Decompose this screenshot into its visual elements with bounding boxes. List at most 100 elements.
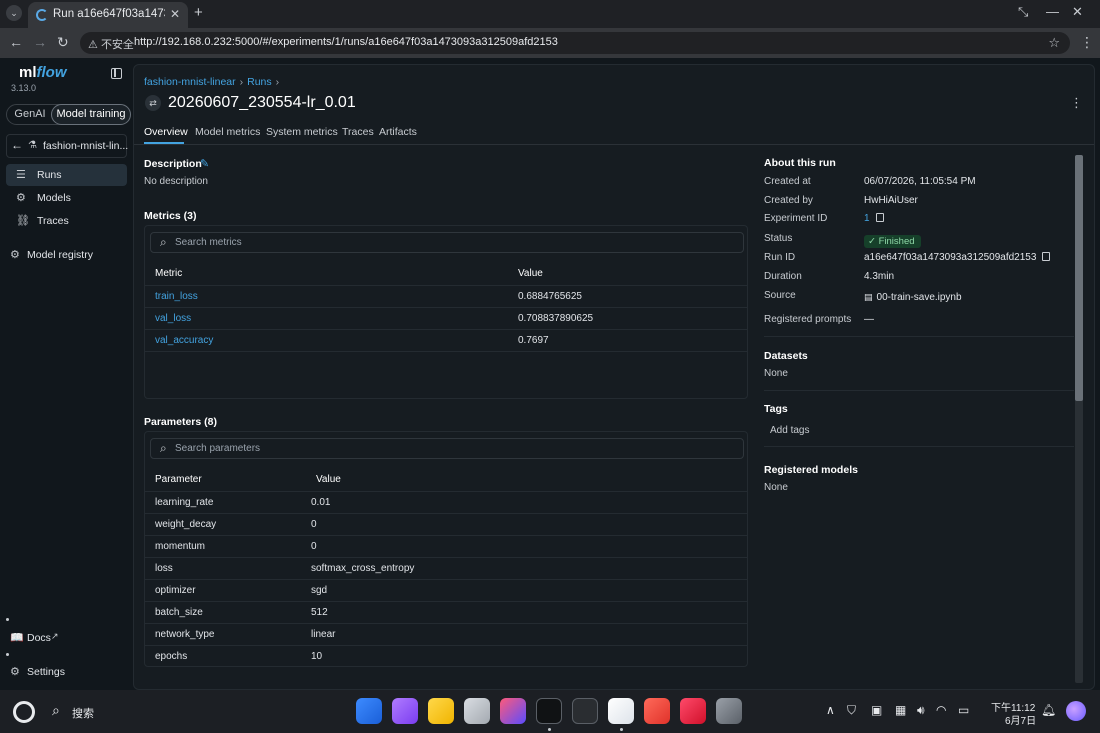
code-editor-icon[interactable]: [500, 698, 526, 724]
tab-model-metrics[interactable]: Model metrics: [195, 126, 260, 138]
layers-icon[interactable]: [572, 698, 598, 724]
sidebar-item-label: Docs: [27, 632, 51, 644]
created-by-link[interactable]: HwHiAiUser: [864, 195, 918, 206]
not-secure-indicator[interactable]: ⚠ 不安全: [88, 36, 134, 52]
shield-icon[interactable]: ⛉: [847, 703, 856, 718]
window-close-icon[interactable]: ✕: [1072, 4, 1083, 20]
sidebar-item-runs[interactable]: ☰ Runs: [6, 164, 127, 186]
table-row: optimizer sgd: [145, 580, 747, 602]
close-tab-icon[interactable]: ✕: [170, 7, 180, 21]
back-arrow-icon[interactable]: ←: [11, 138, 23, 152]
tray-expand-icon[interactable]: ∧: [826, 703, 835, 717]
add-tags-link[interactable]: Add tags: [770, 425, 809, 436]
tab-traces[interactable]: Traces: [342, 126, 374, 138]
back-icon[interactable]: ←: [9, 34, 23, 50]
wifi-icon[interactable]: ◠: [936, 703, 946, 717]
sidebar-item-models[interactable]: ⚙ Models: [6, 187, 127, 209]
table-row: batch_size 512: [145, 602, 747, 624]
sidebar-item-docs[interactable]: 📖 Docs ↗: [0, 627, 121, 649]
metric-name-link[interactable]: val_loss: [155, 313, 191, 324]
start-button[interactable]: [13, 701, 35, 723]
warning-icon: ⚠: [88, 39, 98, 51]
sidebar-item-label: Model registry: [27, 249, 93, 261]
experiment-id-link[interactable]: 1: [864, 213, 870, 224]
running-indicator: [548, 728, 551, 731]
input-method-icon[interactable]: ▣: [871, 703, 882, 717]
table-row: epochs 10: [145, 646, 747, 668]
search-metrics-input[interactable]: ⌕ Search metrics: [150, 232, 744, 253]
url-text[interactable]: http://192.168.0.232:5000/#/experiments/…: [134, 36, 558, 48]
volume-icon[interactable]: 🔊︎: [917, 703, 925, 718]
apps-grid-icon[interactable]: [356, 698, 382, 724]
battery-icon[interactable]: ▭: [958, 703, 969, 717]
experiment-id-label: Experiment ID: [764, 213, 828, 224]
browser-menu-icon[interactable]: ⋮: [1080, 34, 1094, 51]
bookmark-star-icon[interactable]: ☆: [1048, 35, 1060, 51]
book-icon: 📖: [10, 632, 24, 644]
table-row: val_accuracy 0.7697: [145, 330, 747, 352]
separator-dot: [6, 618, 9, 621]
experiment-name: fashion-mnist-lin...: [43, 140, 129, 152]
tab-overview[interactable]: Overview: [144, 126, 188, 138]
tab-artifacts[interactable]: Artifacts: [379, 126, 417, 138]
param-value: 0: [311, 541, 317, 552]
external-link-icon: ↗: [51, 631, 59, 641]
table-row: loss softmax_cross_entropy: [145, 558, 747, 580]
metric-value: 0.6884765625: [518, 291, 582, 302]
copy-icon[interactable]: [875, 213, 884, 222]
clock-date[interactable]: 6月7日: [1005, 712, 1036, 727]
network-icon[interactable]: ▦: [895, 703, 906, 717]
picture-in-picture-icon[interactable]: ⤡: [1018, 4, 1028, 20]
scrollbar[interactable]: [1075, 155, 1083, 683]
logo-flow: flow: [36, 64, 67, 81]
forward-icon[interactable]: →: [33, 34, 47, 50]
breadcrumb-runs[interactable]: Runs: [247, 76, 272, 88]
edit-pencil-icon[interactable]: ✎: [200, 157, 209, 170]
address-bar[interactable]: ⚠ 不安全 http://192.168.0.232:5000/#/experi…: [80, 32, 1070, 54]
segment-model-training[interactable]: Model training: [51, 104, 131, 125]
new-tab-icon[interactable]: +: [194, 4, 203, 21]
search-parameters-input[interactable]: ⌕ Search parameters: [150, 438, 744, 459]
sidebar-item-model-registry[interactable]: ⚙ Model registry: [0, 244, 121, 266]
mlflow-logo[interactable]: mlflow: [19, 64, 67, 81]
files-icon[interactable]: [428, 698, 454, 724]
browser-tab[interactable]: Run a16e647f03a1473093a312509afd2153 ✕: [28, 2, 188, 28]
sidebar-item-label: Settings: [27, 666, 65, 678]
about-title: About this run: [764, 157, 836, 169]
loading-icon: [36, 9, 48, 21]
trash-icon[interactable]: [464, 698, 490, 724]
active-tab-indicator: [144, 142, 184, 144]
scroll-thumb[interactable]: [1075, 155, 1083, 401]
metric-name-link[interactable]: val_accuracy: [155, 335, 213, 346]
segment-genai[interactable]: GenAI: [9, 105, 51, 124]
registered-models-title: Registered models: [764, 464, 858, 476]
metric-name-link[interactable]: train_loss: [155, 291, 198, 302]
minimize-icon[interactable]: —: [1046, 4, 1059, 19]
search-icon[interactable]: ⌕: [52, 702, 60, 719]
breadcrumb-separator: ›: [239, 76, 244, 88]
breadcrumb-experiment[interactable]: fashion-mnist-linear: [144, 76, 236, 88]
copy-icon[interactable]: [1042, 252, 1051, 261]
logo-ml: ml: [19, 64, 37, 81]
notification-bell-icon[interactable]: 🔔︎: [1041, 703, 1056, 717]
tab-search-menu-icon[interactable]: ⌄: [6, 5, 22, 21]
sidebar-item-settings[interactable]: ⚙ Settings: [0, 661, 121, 683]
tab-system-metrics[interactable]: System metrics: [266, 126, 338, 138]
multitask-icon[interactable]: [392, 698, 418, 724]
browser-app-icon[interactable]: [608, 698, 634, 724]
app-gallery-icon[interactable]: [680, 698, 706, 724]
run-id-label: Run ID: [764, 252, 796, 263]
terminal-icon[interactable]: [536, 698, 562, 724]
taskbar-search-label[interactable]: 搜索: [72, 705, 94, 721]
experiment-selector[interactable]: ← ⚗ fashion-mnist-lin...: [6, 134, 129, 158]
rss-icon[interactable]: [644, 698, 670, 724]
more-options-icon[interactable]: ⋮: [1070, 95, 1083, 111]
reload-icon[interactable]: ↻: [57, 34, 69, 51]
collapse-sidebar-icon[interactable]: [111, 68, 122, 79]
source-value[interactable]: ▤ 00-train-save.ipynb: [864, 292, 962, 303]
search-icon: ⌕: [160, 441, 167, 455]
settings-app-icon[interactable]: [716, 698, 742, 724]
duration-value: 4.3min: [864, 271, 895, 282]
avatar[interactable]: [1066, 701, 1086, 721]
sidebar-item-traces[interactable]: ⛓ Traces: [6, 210, 127, 232]
